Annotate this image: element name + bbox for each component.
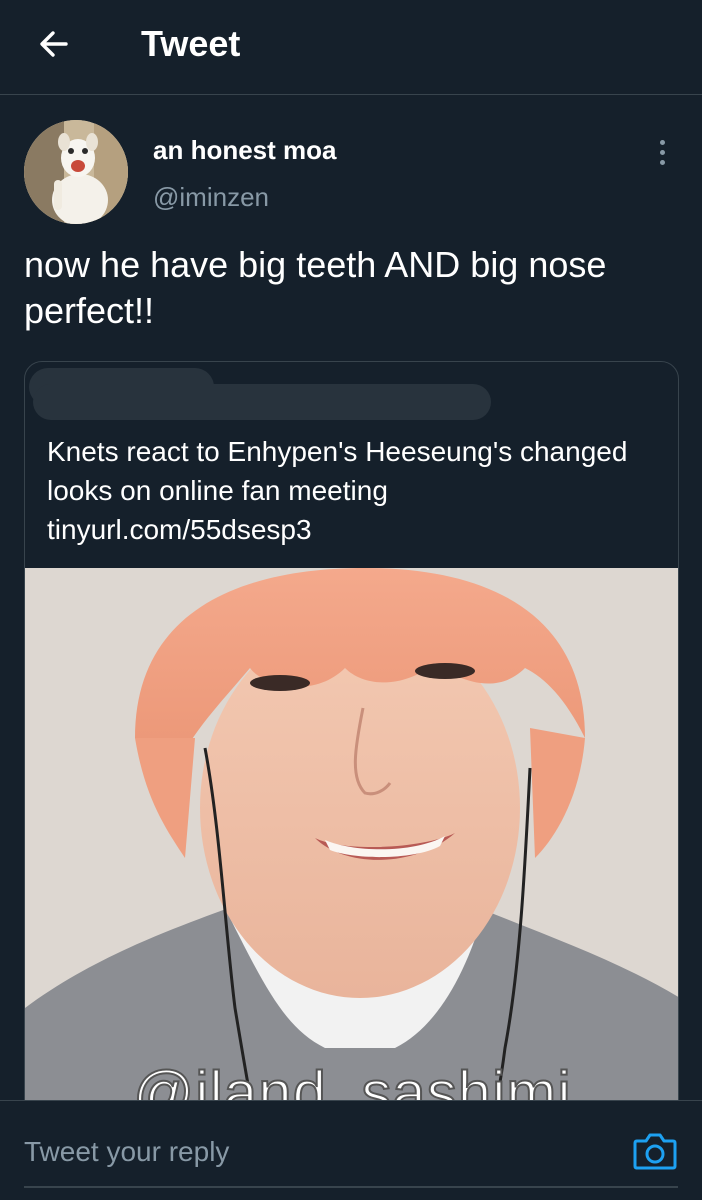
- reply-input[interactable]: [24, 1128, 614, 1176]
- camera-button[interactable]: [632, 1130, 678, 1172]
- link-preview-card[interactable]: Knets react to Enhypen's Heeseung's chan…: [24, 361, 679, 1121]
- card-image[interactable]: @iland_sashimi: [25, 568, 678, 1120]
- more-vertical-icon: [659, 139, 665, 145]
- avatar-image: [24, 120, 128, 224]
- card-url: tinyurl.com/55dsesp3: [47, 514, 312, 545]
- redacted-text: [33, 384, 491, 420]
- tweet-text: now he have big teeth AND big nose perfe…: [24, 244, 607, 331]
- card-title: Knets react to Enhypen's Heeseung's chan…: [47, 436, 628, 506]
- more-vertical-icon-dot: [659, 149, 665, 155]
- author-handle[interactable]: @iminzen: [153, 180, 269, 214]
- page-title: Tweet: [141, 23, 241, 64]
- avatar[interactable]: [24, 120, 128, 224]
- back-button[interactable]: [26, 20, 82, 68]
- reply-input-underline: [24, 1186, 678, 1188]
- portrait-image: [25, 568, 678, 1120]
- author-name[interactable]: an honest moa: [153, 133, 336, 167]
- more-vertical-icon-dot: [659, 159, 665, 165]
- top-app-bar: Tweet: [0, 0, 702, 95]
- more-options-button[interactable]: [644, 130, 680, 174]
- camera-icon: [633, 1133, 677, 1170]
- arrow-left-icon: [40, 31, 68, 57]
- tweet-detail-screen: Tweet an honest moa @iminzen now he have…: [0, 0, 702, 1200]
